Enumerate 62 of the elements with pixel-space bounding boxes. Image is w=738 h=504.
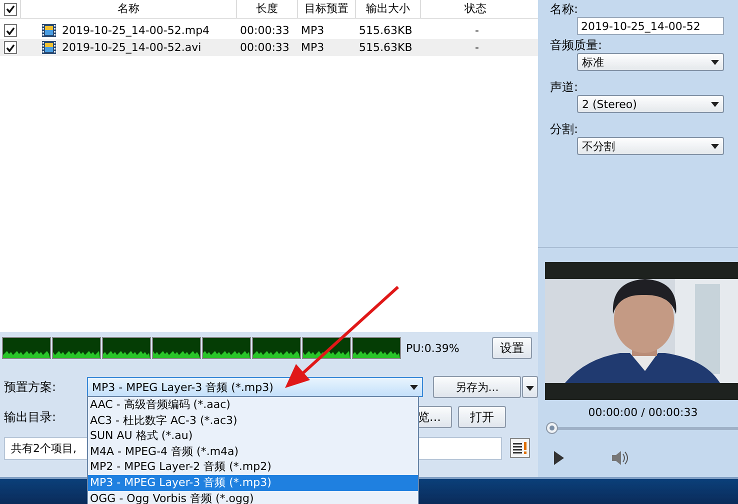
caret-icon — [711, 144, 719, 148]
property-select[interactable]: 不分割 — [577, 137, 724, 155]
level-meter — [152, 337, 201, 359]
preset-option[interactable]: SUN AU 格式 (*.au) — [88, 428, 418, 444]
size-cell-text: 515.63KB — [358, 41, 414, 54]
file-row[interactable]: 2019-10-25_14-00-52.avi 00:00:33 MP3 515.63KB - — [0, 39, 538, 56]
duration-cell-text: 00:00:33 — [239, 41, 290, 54]
volume-icon[interactable] — [612, 451, 628, 465]
preset-label: 预置方案: — [4, 378, 58, 396]
column-header[interactable]: 目标预置 — [297, 0, 355, 18]
level-meter — [302, 337, 351, 359]
preset-cell-text: MP3 — [300, 24, 326, 37]
duration-cell-text: 00:00:33 — [239, 24, 290, 37]
caret-icon — [410, 384, 418, 390]
preset-option[interactable]: M4A - MPEG-4 音频 (*.m4a) — [88, 444, 418, 460]
settings-button[interactable]: 设置 — [492, 337, 532, 359]
preset-dropdown[interactable]: MP3 - MPEG Layer-3 音频 (*.mp3) — [87, 377, 423, 397]
size-cell-text: 515.63KB — [358, 24, 414, 37]
seek-thumb[interactable] — [546, 422, 558, 434]
property-label: 声道: — [550, 80, 580, 95]
level-meter — [352, 337, 401, 359]
column-header[interactable]: 状态 — [420, 0, 530, 18]
preset-option[interactable]: AAC - 高级音频编码 (*.aac) — [88, 397, 418, 413]
preset-option[interactable]: MP2 - MPEG Layer-2 音频 (*.mp2) — [88, 459, 418, 475]
open-button[interactable]: 打开 — [458, 406, 506, 428]
preset-option[interactable]: OGG - Ogg Vorbis 音频 (*.ogg) — [88, 490, 418, 504]
status-cell-text: - — [474, 24, 480, 37]
level-meter — [2, 337, 51, 359]
preset-cell-text: MP3 — [300, 41, 326, 54]
file-name: 2019-10-25_14-00-52.avi — [62, 41, 202, 54]
checkbox[interactable] — [4, 24, 17, 37]
play-icon[interactable] — [554, 451, 564, 465]
film-icon — [42, 41, 56, 54]
playback-time: 00:00:00 / 00:00:33 — [587, 406, 699, 419]
level-meter — [102, 337, 151, 359]
log-warning-icon[interactable] — [510, 438, 530, 458]
file-name: 2019-10-25_14-00-52.mp4 — [62, 24, 210, 37]
caret-icon — [526, 386, 534, 391]
property-select[interactable]: 2 (Stereo) — [577, 95, 724, 113]
level-meter — [252, 337, 301, 359]
level-meter — [52, 337, 101, 359]
property-label: 音频质量: — [550, 38, 604, 53]
cpu-usage: PU:0.39% — [406, 342, 460, 354]
column-header[interactable]: 长度 — [236, 0, 297, 18]
column-header[interactable]: 输出大小 — [355, 0, 420, 18]
property-select[interactable]: 标准 — [577, 53, 724, 71]
preset-option[interactable]: MP3 - MPEG Layer-3 音频 (*.mp3) — [88, 474, 418, 491]
property-label: 名称: — [550, 2, 580, 17]
checkbox[interactable] — [4, 41, 17, 54]
checkbox[interactable] — [4, 2, 17, 16]
caret-icon — [711, 102, 719, 106]
name-field[interactable]: 2019-10-25_14-00-52 — [577, 17, 724, 35]
save-as-menu-button[interactable] — [522, 376, 538, 398]
column-header[interactable]: 名称 — [20, 0, 236, 18]
status-cell-text: - — [474, 41, 480, 54]
property-label: 分割: — [550, 122, 580, 137]
output-label: 输出目录: — [4, 408, 58, 426]
caret-icon — [711, 60, 719, 64]
film-icon — [42, 24, 56, 37]
preset-option[interactable]: AC3 - 杜比数字 AC-3 (*.ac3) — [88, 412, 418, 428]
level-meter — [202, 337, 251, 359]
save-as-button[interactable]: 另存为... — [433, 376, 521, 398]
